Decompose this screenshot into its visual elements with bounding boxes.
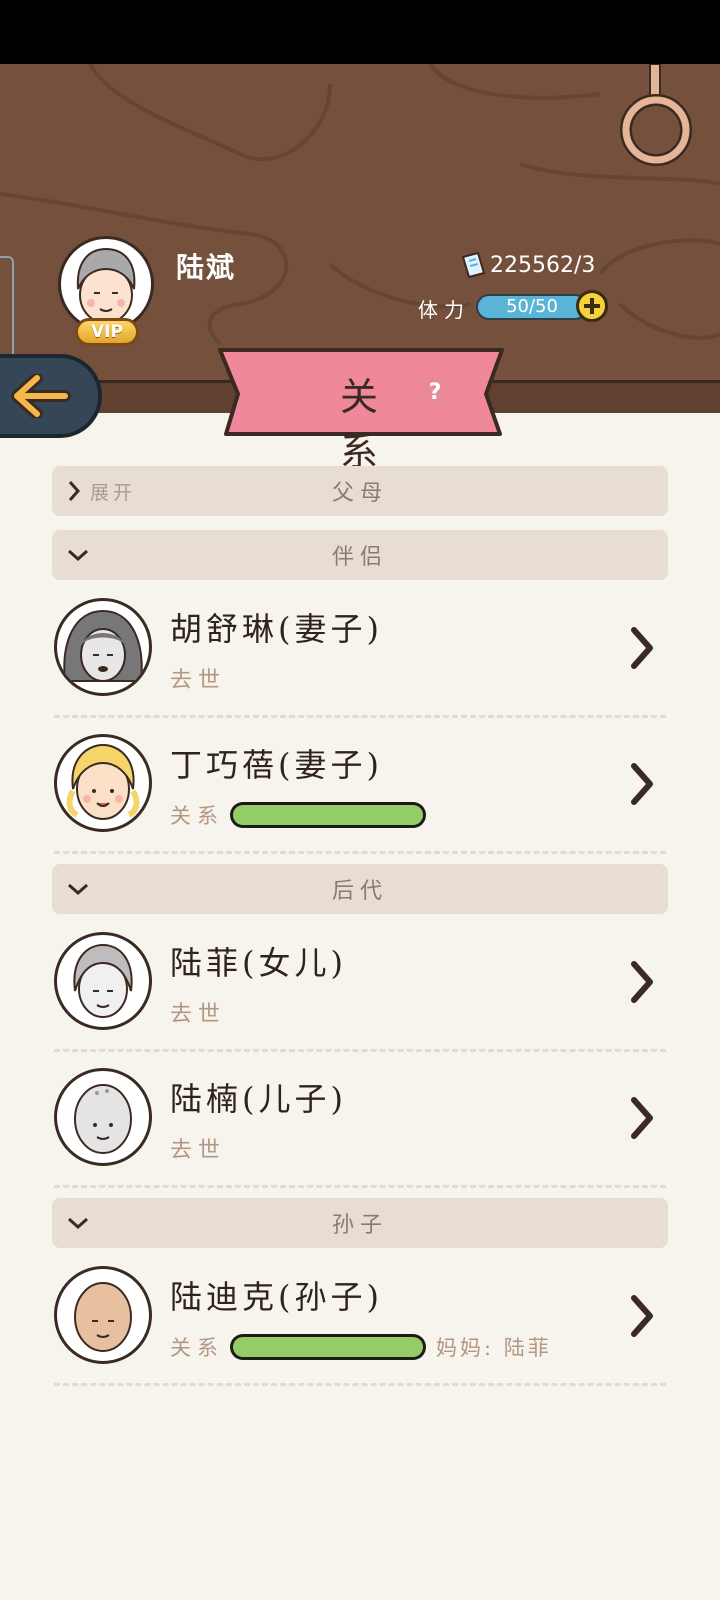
menu-ring-icon[interactable]: [620, 64, 692, 168]
chevron-right-icon[interactable]: [626, 762, 656, 806]
relation-bar: [230, 1334, 426, 1360]
chevron-right-icon[interactable]: [626, 960, 656, 1004]
help-icon[interactable]: ?: [418, 376, 452, 410]
relation-fill: [233, 805, 423, 825]
energy-value: 50/50: [506, 296, 558, 317]
relation-label: 关系: [170, 1336, 224, 1360]
member-name: 丁巧蓓(妻子): [170, 746, 383, 784]
member-name: 陆菲(女儿): [170, 944, 347, 982]
relation-fill: [233, 1337, 423, 1357]
member-avatar: [54, 1266, 152, 1364]
member-avatar: [54, 1068, 152, 1166]
parent-info: 妈妈: 陆菲: [436, 1336, 552, 1360]
member-avatar: [54, 734, 152, 832]
member-row[interactable]: 陆楠(儿子) 去世: [52, 1054, 668, 1188]
row-divider: [54, 851, 666, 854]
vip-badge: VIP: [75, 318, 139, 346]
energy-label: 体力: [418, 298, 470, 322]
row-divider: [54, 1383, 666, 1386]
section-parents[interactable]: 展开 父母: [52, 466, 668, 516]
page-title: 关系: [339, 375, 386, 474]
section-title-parents: 父母: [331, 481, 388, 506]
add-energy-button[interactable]: [576, 290, 608, 322]
relation-label: 关系: [170, 804, 224, 828]
section-descendants[interactable]: 后代: [52, 864, 668, 914]
chevron-right-icon[interactable]: [626, 626, 656, 670]
chevron-right-icon[interactable]: [626, 1294, 656, 1338]
section-title-grandchildren: 孙子: [331, 1213, 388, 1238]
member-status: 去世: [170, 668, 227, 693]
member-name: 陆楠(儿子): [170, 1080, 347, 1118]
section-title-descendants: 后代: [331, 879, 388, 904]
money-icon: [461, 251, 486, 279]
back-arrow-icon: [11, 374, 71, 418]
status-bar: [0, 0, 720, 64]
relation-bar: [230, 802, 426, 828]
section-title-partners: 伴侣: [331, 545, 388, 570]
member-avatar: [54, 598, 152, 696]
member-name: 陆迪克(孙子): [170, 1278, 383, 1316]
chevron-right-icon[interactable]: [626, 1096, 656, 1140]
back-button[interactable]: [0, 354, 102, 438]
member-row[interactable]: 胡舒琳(妻子) 去世: [52, 584, 668, 718]
member-row[interactable]: 陆菲(女儿) 去世: [52, 918, 668, 1052]
member-avatar: [54, 932, 152, 1030]
member-row[interactable]: 陆迪克(孙子) 关系 妈妈: 陆菲: [52, 1252, 668, 1386]
energy-bar: 50/50: [476, 294, 588, 320]
member-status: 去世: [170, 1002, 227, 1027]
row-divider: [54, 1185, 666, 1188]
section-grandchildren[interactable]: 孙子: [52, 1198, 668, 1248]
member-row[interactable]: 丁巧蓓(妻子) 关系: [52, 720, 668, 854]
member-status: 去世: [170, 1138, 227, 1163]
money-display: 225562/3: [460, 250, 595, 280]
section-partners[interactable]: 伴侣: [52, 530, 668, 580]
row-divider: [54, 1049, 666, 1052]
row-divider: [54, 715, 666, 718]
money-value: 225562/3: [490, 252, 596, 278]
player-name: 陆斌: [176, 251, 237, 284]
plus-icon: [584, 298, 600, 314]
member-name: 胡舒琳(妻子): [170, 610, 383, 648]
